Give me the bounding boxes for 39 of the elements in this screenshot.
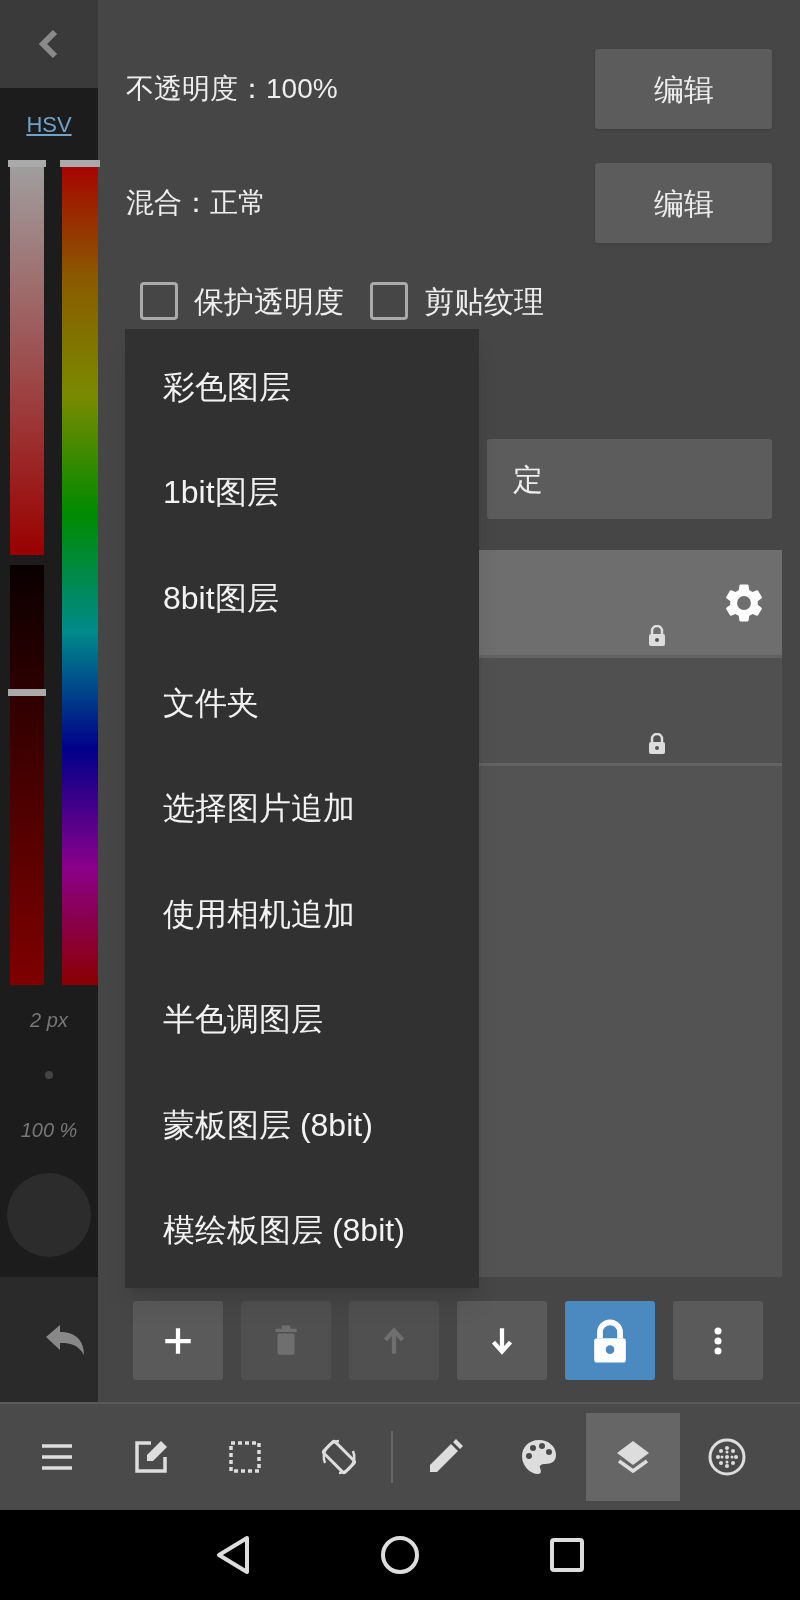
home-icon[interactable] xyxy=(380,1535,420,1575)
checkbox[interactable] xyxy=(140,282,178,320)
rotate-icon xyxy=(319,1437,359,1477)
menu-item[interactable]: 8bit图层 xyxy=(125,544,479,651)
value-slider[interactable] xyxy=(10,565,44,985)
menu-item[interactable]: 文件夹 xyxy=(125,650,479,756)
move-down-button[interactable] xyxy=(457,1301,547,1380)
blend-mode-label: 混合：正常 xyxy=(126,186,266,220)
slider-thumb[interactable] xyxy=(60,160,100,167)
edit-button[interactable]: 编辑 xyxy=(595,163,772,243)
menu-item[interactable]: 模绘板图层 (8bit) xyxy=(125,1177,479,1283)
color-mode-tab[interactable]: HSV xyxy=(26,107,72,141)
add-layer-button[interactable] xyxy=(133,1301,223,1380)
toolbar-button[interactable] xyxy=(586,1413,680,1501)
menu-item[interactable]: 蒙板图层 (8bit) xyxy=(125,1072,479,1178)
layer-row[interactable] xyxy=(477,550,782,658)
menu-item[interactable]: 彩色图层 xyxy=(125,334,479,440)
edit-button[interactable]: 编辑 xyxy=(595,49,772,129)
palette-icon xyxy=(519,1437,559,1477)
menu-item[interactable]: 使用相机追加 xyxy=(125,861,479,967)
checkbox-label: 保护透明度 xyxy=(194,283,344,320)
brush-size-label: 2 px xyxy=(30,1008,68,1033)
menu-item[interactable]: 1bit图层 xyxy=(125,439,479,545)
settings-button[interactable]: 定 xyxy=(487,439,772,519)
dotted-circle-icon xyxy=(707,1437,747,1477)
menu-item[interactable]: 选择图片追加 xyxy=(125,755,479,862)
menu-item[interactable]: 半色调图层 xyxy=(125,966,479,1073)
opacity-label: 不透明度：100% xyxy=(126,72,338,106)
undo-icon[interactable] xyxy=(44,1322,86,1357)
checkbox-label: 剪贴纹理 xyxy=(424,283,544,320)
hue-slider[interactable] xyxy=(62,160,98,985)
checkbox[interactable] xyxy=(370,282,408,320)
back-icon[interactable] xyxy=(214,1535,251,1575)
saturation-slider[interactable] xyxy=(10,160,44,555)
lock-button[interactable] xyxy=(565,1301,655,1380)
recents-icon[interactable] xyxy=(549,1537,586,1573)
brush-opacity-label: 100 % xyxy=(20,1118,78,1143)
slider-thumb[interactable] xyxy=(8,688,46,696)
slider-thumb[interactable] xyxy=(8,160,46,167)
